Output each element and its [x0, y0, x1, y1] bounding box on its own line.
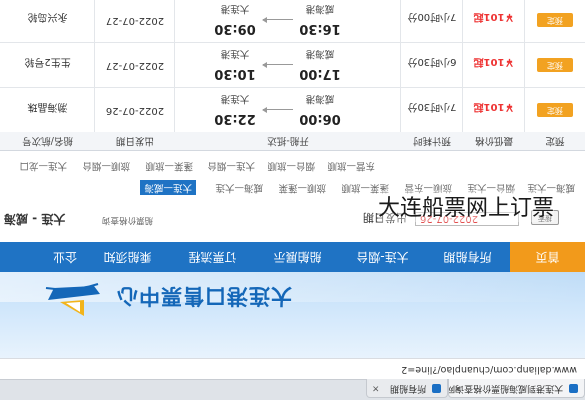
- route-option[interactable]: 威海—大连: [215, 180, 263, 195]
- price-value: ￥101起: [473, 101, 515, 112]
- ship-name: 永兴岛轮: [27, 11, 68, 22]
- departure-time: 10:30: [214, 66, 256, 81]
- route-option[interactable]: 大连—龙口: [19, 158, 67, 173]
- column-header: 开船-抵达: [267, 135, 309, 146]
- arrival-time: 16:30: [299, 21, 341, 36]
- duration-value: 6小时30分: [407, 56, 457, 67]
- book-button[interactable]: 预定: [537, 58, 573, 72]
- route-selector: 威海—大连 烟台—大连 旅顺—东营 蓬莱—旅顺 旅顺—蓬莱 威海—大连 大连—威…: [0, 149, 585, 195]
- route-subtitle: 船票价格查询: [102, 215, 154, 225]
- main-nav: 首页 所有船期 大连-烟台 船舶展示 订票流程 乘船须知 企业: [0, 242, 585, 272]
- departure-time: 09:30: [214, 21, 256, 36]
- route-arrow-icon: [263, 64, 293, 65]
- nav-item-ship-display[interactable]: 船舶展示: [255, 242, 340, 272]
- close-icon[interactable]: ×: [372, 379, 380, 397]
- table-row: 预定 ￥101起 7小时00分 16:30 威海港 09:30 大连港 2022…: [0, 0, 585, 42]
- price-value: ￥101起: [473, 11, 515, 22]
- browser-tab-title: 大连港到威海船票价格查询网: [448, 383, 564, 393]
- route-option[interactable]: 旅顺—蓬莱: [278, 180, 326, 195]
- browser-tab[interactable]: 所有船期 ×: [366, 379, 448, 398]
- column-header: 预定: [545, 135, 565, 146]
- site-favicon-icon: [432, 384, 441, 393]
- departure-port: 大连港: [220, 3, 250, 14]
- route-arrow-icon: [263, 109, 293, 110]
- route-option[interactable]: 大连—烟台: [207, 158, 255, 173]
- route-option[interactable]: 东营—旅顺: [327, 158, 375, 173]
- table-row: 预定 ￥101起 7小时30分 06:00 威海港 22:30 大连港 2022…: [0, 87, 585, 132]
- route-option[interactable]: 蓬莱—旅顺: [145, 158, 193, 173]
- route-arrow-icon: [263, 19, 293, 20]
- nav-item-dalian-yantai[interactable]: 大连-烟台: [340, 242, 425, 272]
- column-header: 船名/航次号: [22, 135, 73, 146]
- nav-item-home[interactable]: 首页: [510, 242, 585, 272]
- ship-name: 生生2号轮: [24, 56, 71, 67]
- schedule-table-header: 预定 最低价格 预计耗时 开船-抵达 出发日期 船名/航次号: [0, 130, 585, 151]
- arrival-time: 06:00: [299, 111, 341, 126]
- browser-tabstrip: 大连港到威海船票价格查询网 × 所有船期 ×: [0, 379, 585, 400]
- departure-port: 大连港: [220, 93, 250, 104]
- nav-item-all-sailings[interactable]: 所有船期: [425, 242, 510, 272]
- column-header: 预计耗时: [413, 135, 452, 146]
- nav-item-company[interactable]: 企业: [0, 242, 85, 272]
- browser-tab[interactable]: 大连港到威海船票价格查询网 ×: [448, 379, 585, 398]
- departure-time: 22:30: [214, 111, 256, 126]
- site-banner: 大连港口售票中心: [0, 272, 585, 358]
- departure-date: 2022-07-26: [105, 105, 165, 116]
- arrival-time: 17:00: [299, 66, 341, 81]
- ship-logo-icon: [45, 283, 100, 316]
- arrival-port: 威海港: [305, 48, 335, 59]
- table-row: 预定 ￥101起 6小时30分 17:00 威海港 10:30 大连港 2022…: [0, 42, 585, 87]
- duration-value: 7小时30分: [407, 101, 457, 112]
- arrival-port: 威海港: [305, 3, 335, 14]
- route-option[interactable]: 旅顺—烟台: [82, 158, 130, 173]
- route-title: 大连 - 威海: [4, 212, 66, 226]
- overlay-caption: 大连船票网上订票: [378, 190, 555, 222]
- site-favicon-icon: [569, 384, 578, 393]
- duration-value: 7小时00分: [407, 11, 457, 22]
- ship-name: 渤海晶珠: [27, 101, 68, 112]
- close-icon[interactable]: ×: [454, 379, 462, 397]
- screenshot-stage: 大连港到威海船票价格查询网 × 所有船期 × www.dalianp.com/c…: [0, 0, 585, 400]
- route-option-active[interactable]: 大连—威海: [140, 180, 196, 195]
- route-option[interactable]: 烟台—旅顺: [267, 158, 315, 173]
- browser-tab-title: 所有船期: [390, 383, 427, 393]
- price-value: ￥101起: [473, 56, 515, 67]
- column-header: 最低价格: [475, 135, 514, 146]
- departure-port: 大连港: [220, 48, 250, 59]
- address-bar[interactable]: www.dalianp.com/chuanplao/?line=2: [0, 358, 585, 379]
- departure-date: 2022-07-27: [105, 15, 165, 26]
- nav-item-booking-process[interactable]: 订票流程: [170, 242, 255, 272]
- url-text[interactable]: www.dalianp.com/chuanplao/?line=2: [401, 359, 577, 379]
- book-button[interactable]: 预定: [537, 103, 573, 117]
- column-header: 出发日期: [116, 135, 155, 146]
- nav-item-boarding-notice[interactable]: 乘船须知: [85, 242, 170, 272]
- departure-date: 2022-07-27: [105, 60, 165, 71]
- site-title: 大连港口售票中心: [116, 284, 292, 308]
- book-button[interactable]: 预定: [537, 13, 573, 27]
- arrival-port: 威海港: [305, 93, 335, 104]
